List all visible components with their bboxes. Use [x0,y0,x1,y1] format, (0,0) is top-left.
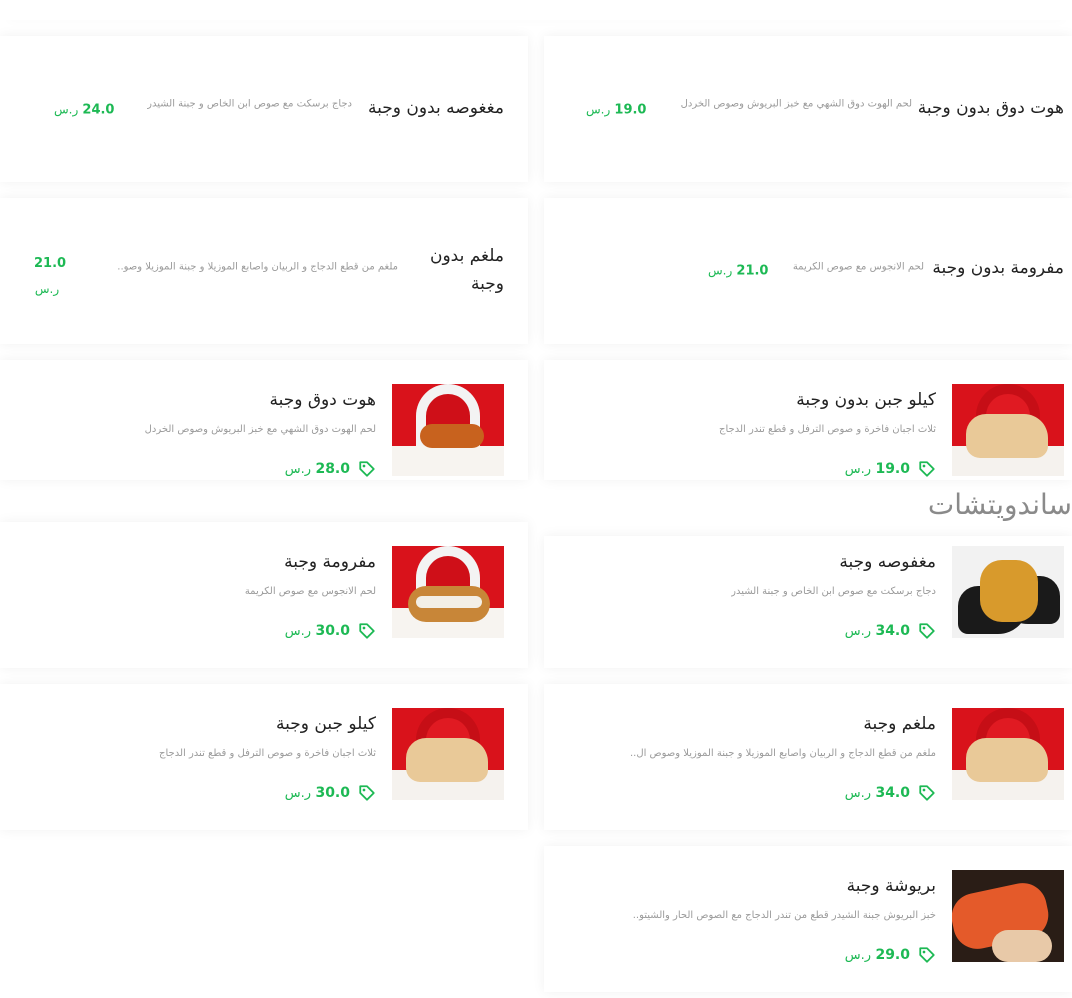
item-title: هوت دوق وجبة [269,390,377,410]
top-divider [0,0,1072,20]
price-value: 28.0 [315,461,350,477]
currency-label: ر.س [708,263,733,278]
menu-item-card[interactable]: كيلو جبن وجبة ثلاث اجبان فاخرة و صوص الت… [0,684,528,830]
item-title: ملغم بدون وجبة [429,246,504,294]
item-description: لحم الهوت دوق الشهي مع خبز البريوش وصوص … [680,98,912,110]
tag-icon [919,623,935,639]
item-description: لحم الانجوس مع صوص الكريمة [792,261,924,273]
currency-label: ر.س [844,462,871,477]
item-image [392,384,504,476]
price-value: 19.0 [614,102,647,118]
item-title: مغغوصه بدون وجبة [368,98,504,118]
price-value: 19.0 [875,461,910,477]
currency-label: ر.س [844,948,871,963]
menu-item-card[interactable]: مفرومة بدون وجبة لحم الانجوس مع صوص الكر… [544,198,1072,344]
price-value: 30.0 [315,785,350,801]
item-price: 29.0 ر.س [845,946,936,964]
item-image [392,546,504,638]
price-value: 34.0 [875,785,910,801]
item-description: دجاج برسكت مع صوص ابن الخاص و جبنة الشيد… [147,98,352,110]
tag-icon [919,785,935,801]
item-title: كيلو جبن وجبة [276,714,376,734]
price-value: 34.0 [875,623,910,639]
currency-label: ر.س [844,786,871,801]
item-image [952,870,1064,962]
currency-label: ر.س [844,624,871,639]
price-value: 21.0 [736,263,769,279]
currency-label: ر.س [284,462,311,477]
item-price: 21.0 ر.س [34,250,66,301]
item-price: 24.0 ر.س [54,103,114,118]
item-description: ملغم من قطع الدجاج و الربيان واصابع المو… [117,261,398,273]
item-price: 30.0 ر.س [285,784,376,802]
menu-item-card[interactable]: ملغم بدون وجبة ملغم من قطع الدجاج و الرب… [0,198,528,344]
item-price: 34.0 ر.س [845,622,936,640]
tag-icon [919,461,935,477]
item-title: هوت دوق بدون وجبة [917,98,1064,118]
menu-item-card[interactable]: كيلو جبن بدون وجبة ثلاث اجبان فاخرة و صو… [544,360,1072,480]
item-image [392,708,504,800]
item-price: 19.0 ر.س [586,103,646,118]
price-value: 30.0 [315,623,350,639]
item-title: مفرومة بدون وجبة [932,258,1064,278]
menu-item-card[interactable]: مغفوصه وجبة دجاج برسكت مع صوص ابن الخاص … [544,536,1072,668]
item-description: لحم الهوت دوق الشهي مع خبز البريوش وصوص … [144,424,376,435]
currency-label: ر.س [284,786,311,801]
menu-page: هوت دوق بدون وجبة لحم الهوت دوق الشهي مع… [0,0,1072,998]
item-description: دجاج برسكت مع صوص ابن الخاص و جبنة الشيد… [731,586,936,597]
menu-item-card[interactable]: مفرومة وجبة لحم الانجوس مع صوص الكريمة 3… [0,522,528,668]
price-value: 29.0 [875,947,910,963]
price-value: 21.0 [34,256,67,271]
item-description: ثلاث اجبان فاخرة و صوص الترفل و قطع تندر… [719,424,936,435]
currency-label: ر.س [586,102,611,117]
item-image [952,546,1064,638]
price-value: 24.0 [82,102,115,118]
item-price: 21.0 ر.س [708,264,768,279]
item-price: 19.0 ر.س [845,460,936,478]
section-title-sandwiches: ساندويتشات [927,488,1072,521]
tag-icon [359,785,375,801]
item-price: 34.0 ر.س [845,784,936,802]
item-description: لحم الانجوس مع صوص الكريمة [244,586,376,597]
item-description: ثلاث اجبان فاخرة و صوص الترفل و قطع تندر… [159,748,376,759]
menu-item-card[interactable]: مغغوصه بدون وجبة دجاج برسكت مع صوص ابن ا… [0,36,528,182]
item-image [952,384,1064,476]
menu-item-card[interactable]: ملغم وجبة ملغم من قطع الدجاج و الربيان و… [544,684,1072,830]
item-price: 28.0 ر.س [285,460,376,478]
menu-item-card[interactable]: هوت دوق وجبة لحم الهوت دوق الشهي مع خبز … [0,360,528,480]
item-price: 30.0 ر.س [285,622,376,640]
item-title: مفرومة وجبة [284,552,376,572]
tag-icon [359,623,375,639]
menu-item-card[interactable]: هوت دوق بدون وجبة لحم الهوت دوق الشهي مع… [544,36,1072,182]
item-title: مغفوصه وجبة [839,552,936,572]
item-title: كيلو جبن بدون وجبة [796,390,936,410]
menu-item-card[interactable]: بريوشة وجبة خبز البريوش جبنة الشيدر قطع … [544,846,1072,992]
item-title: بريوشة وجبة [846,876,936,896]
currency-label: ر.س [284,624,311,639]
currency-label: ر.س [54,102,79,117]
item-description: خبز البريوش جبنة الشيدر قطع من تندر الدج… [632,910,936,921]
tag-icon [919,947,935,963]
item-description: ملغم من قطع الدجاج و الربيان واصابع المو… [629,748,936,759]
item-image [952,708,1064,800]
tag-icon [359,461,375,477]
item-title: ملغم وجبة [863,714,936,734]
currency-label: ر.س [34,282,60,296]
